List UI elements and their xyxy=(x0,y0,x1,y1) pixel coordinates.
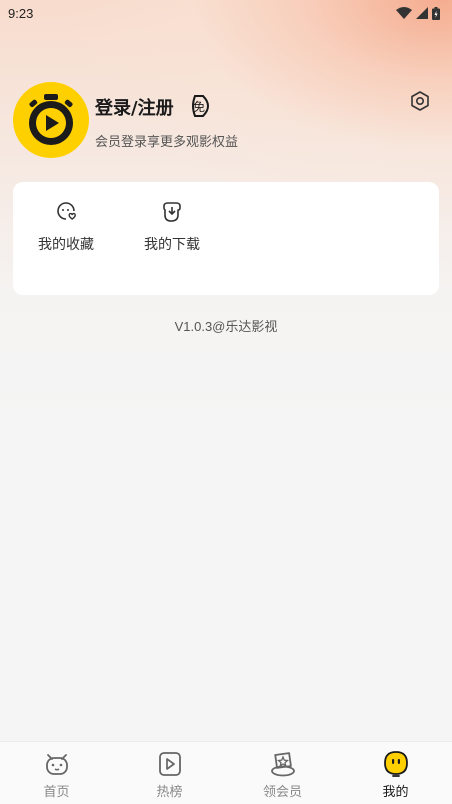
battery-icon xyxy=(432,6,440,20)
tab-mine-label: 我的 xyxy=(382,785,409,800)
home-face-icon xyxy=(45,754,68,775)
status-time: 9:23 xyxy=(8,5,34,21)
status-bar: 9:23 xyxy=(0,0,452,26)
tab-trending[interactable]: 热榜 xyxy=(113,742,226,804)
login-subtitle: 会员登录享更多观影权益 xyxy=(95,135,239,150)
tab-vip-label: 领会员 xyxy=(262,785,302,800)
play-square-icon xyxy=(158,752,181,776)
downloads-label: 我的下载 xyxy=(144,237,200,253)
favorites-shortcut[interactable]: 我的收藏 xyxy=(21,200,111,260)
download-cup-icon xyxy=(163,202,181,222)
status-icons xyxy=(396,6,440,20)
avatar[interactable] xyxy=(13,82,89,158)
shortcut-card: 我的收藏 我的下载 xyxy=(13,182,439,295)
smiley-yellow-icon xyxy=(383,751,408,777)
svg-text:免: 免 xyxy=(193,99,205,114)
bottom-tab-bar: 首页 热榜 领会员 我的 xyxy=(0,741,452,804)
tab-home[interactable]: 首页 xyxy=(0,742,113,804)
favorites-label: 我的收藏 xyxy=(38,237,94,253)
app-version: V1.0.3@乐达影视 xyxy=(174,319,278,334)
login-register-link[interactable]: 登录/注册 xyxy=(95,94,174,120)
vip-cup-icon xyxy=(270,752,295,777)
play-stopwatch-icon xyxy=(29,94,73,145)
tab-vip[interactable]: 领会员 xyxy=(226,742,339,804)
signal-icon xyxy=(416,7,428,19)
free-badge-icon: 免 xyxy=(192,95,209,117)
tab-home-label: 首页 xyxy=(43,785,70,800)
wifi-icon xyxy=(396,7,412,19)
hexagon-settings-icon[interactable] xyxy=(409,90,431,112)
tab-trending-label: 热榜 xyxy=(156,785,183,800)
profile-header[interactable]: 登录/注册 免 会员登录享更多观影权益 xyxy=(13,82,439,158)
tab-mine[interactable]: 我的 xyxy=(339,742,452,804)
downloads-shortcut[interactable]: 我的下载 xyxy=(127,200,217,260)
favorite-face-icon xyxy=(57,202,76,220)
